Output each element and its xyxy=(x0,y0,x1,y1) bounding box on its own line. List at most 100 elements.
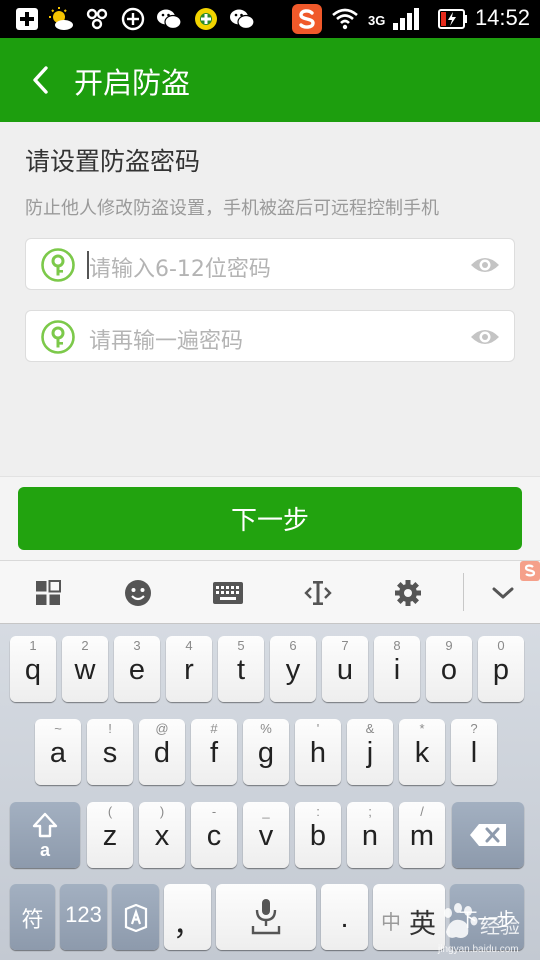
key-r[interactable]: 4r xyxy=(166,636,212,702)
key-label: f xyxy=(209,737,219,769)
key-label: q xyxy=(24,654,42,686)
password-setup-form: 请设置防盗密码 防止他人修改防盗设置，手机被盗后可远程控制手机 请输入6-12位… xyxy=(0,122,540,476)
key-hint: 0 xyxy=(497,638,505,653)
chevron-down-icon[interactable] xyxy=(485,575,521,611)
key-hint: - xyxy=(211,804,217,819)
comma-key[interactable]: ， xyxy=(164,884,211,950)
key-label: d xyxy=(153,737,171,769)
signal-icon xyxy=(392,6,422,32)
key-hint: ( xyxy=(107,804,113,819)
key-k[interactable]: * k xyxy=(399,719,445,785)
key-v[interactable]: _ v xyxy=(243,802,289,868)
symbols-label: 符 xyxy=(21,907,44,932)
key-label: y xyxy=(285,654,301,686)
key-label: h xyxy=(309,737,327,769)
key-label: x xyxy=(154,820,170,852)
network-type: 3G xyxy=(368,13,386,28)
key-d[interactable]: @ d xyxy=(139,719,185,785)
form-heading: 请设置防盗密码 xyxy=(25,147,201,176)
key-z[interactable]: (z xyxy=(87,802,133,868)
key-w[interactable]: 2w xyxy=(62,636,108,702)
paw-logo-icon xyxy=(444,903,478,938)
key-h[interactable]: ' h xyxy=(295,719,341,785)
key-hint: ; xyxy=(368,804,372,819)
back-button[interactable] xyxy=(28,64,56,96)
key-label: p xyxy=(492,654,510,686)
key-label: w xyxy=(74,654,96,686)
key-label: l xyxy=(470,737,478,769)
backspace-key[interactable] xyxy=(452,802,524,868)
eye-icon xyxy=(471,330,499,344)
grid-icon[interactable] xyxy=(30,575,66,611)
app-bar: 开启防盗 xyxy=(0,38,540,122)
period-label: . xyxy=(340,902,349,934)
smiley-icon[interactable] xyxy=(120,575,156,611)
key-icon xyxy=(41,248,75,282)
key-t[interactable]: 5t xyxy=(218,636,264,702)
sogou-input-icon xyxy=(292,4,322,34)
key-p[interactable]: 0p xyxy=(478,636,524,702)
add-notification-icon xyxy=(14,6,40,32)
key-c[interactable]: -c xyxy=(191,802,237,868)
numbers-label: 123 xyxy=(65,902,102,927)
shift-key[interactable]: a xyxy=(10,802,80,868)
key-hint: 9 xyxy=(445,638,453,653)
input-method-key[interactable] xyxy=(112,884,159,950)
key-m[interactable]: / m xyxy=(399,802,445,868)
key-s[interactable]: ! s xyxy=(87,719,133,785)
password-input[interactable]: 请输入6-12位密码 xyxy=(25,238,515,290)
confirm-placeholder: 请再输一遍密码 xyxy=(89,329,244,354)
symbols-key[interactable]: 符 xyxy=(10,884,55,950)
key-hint: 2 xyxy=(81,638,89,653)
key-label: c xyxy=(206,820,222,852)
keyboard-icon[interactable] xyxy=(210,575,246,611)
show-confirm-toggle[interactable] xyxy=(470,324,500,350)
key-label: o xyxy=(440,654,458,686)
key-g[interactable]: % g xyxy=(243,719,289,785)
key-label: j xyxy=(366,737,374,769)
next-step-button[interactable]: 下一步 xyxy=(18,487,522,550)
form-description: 防止他人修改防盗设置，手机被盗后可远程控制手机 xyxy=(25,198,439,219)
key-hint: _ xyxy=(262,804,270,819)
key-y[interactable]: 6y xyxy=(270,636,316,702)
weather-icon xyxy=(48,6,74,32)
key-n[interactable]: ; n xyxy=(347,802,393,868)
key-e[interactable]: 3e xyxy=(114,636,160,702)
clock: 14:52 xyxy=(474,5,530,30)
key-label: e xyxy=(128,654,146,686)
key-label: t xyxy=(236,654,246,686)
key-u[interactable]: 7u xyxy=(322,636,368,702)
key-f[interactable]: # f xyxy=(191,719,237,785)
key-l[interactable]: ? l xyxy=(451,719,497,785)
key-q[interactable]: 1q xyxy=(10,636,56,702)
page-title: 开启防盗 xyxy=(74,66,191,100)
key-label: u xyxy=(336,654,354,686)
cursor-move-icon[interactable] xyxy=(300,575,336,611)
confirm-password-input[interactable]: 请再输一遍密码 xyxy=(25,310,515,362)
gear-icon[interactable] xyxy=(390,575,426,611)
numbers-key[interactable]: 123 xyxy=(60,884,107,950)
key-hint: ~ xyxy=(54,721,62,736)
backspace-icon xyxy=(470,824,506,846)
period-key[interactable]: . xyxy=(321,884,368,950)
key-o[interactable]: 9o xyxy=(426,636,472,702)
key-hint: % xyxy=(260,721,272,736)
toolbar-divider xyxy=(463,573,464,611)
key-hint: : xyxy=(316,804,320,819)
chevron-left-icon xyxy=(33,66,48,94)
input-method-icon xyxy=(124,904,148,932)
key-hint: ) xyxy=(159,804,165,819)
show-password-toggle[interactable] xyxy=(470,252,500,278)
key-x[interactable]: ) x xyxy=(139,802,185,868)
key-hint: ! xyxy=(108,721,112,736)
wifi-icon xyxy=(332,6,358,32)
wechat-icon-2 xyxy=(229,6,255,32)
key-j[interactable]: & j xyxy=(347,719,393,785)
key-b[interactable]: :b xyxy=(295,802,341,868)
key-i[interactable]: 8i xyxy=(374,636,420,702)
wechat-icon xyxy=(156,6,182,32)
key-a[interactable]: ~ a xyxy=(35,719,81,785)
key-hint: 5 xyxy=(237,638,245,653)
space-voice-key[interactable] xyxy=(216,884,316,950)
key-label: i xyxy=(393,654,401,686)
